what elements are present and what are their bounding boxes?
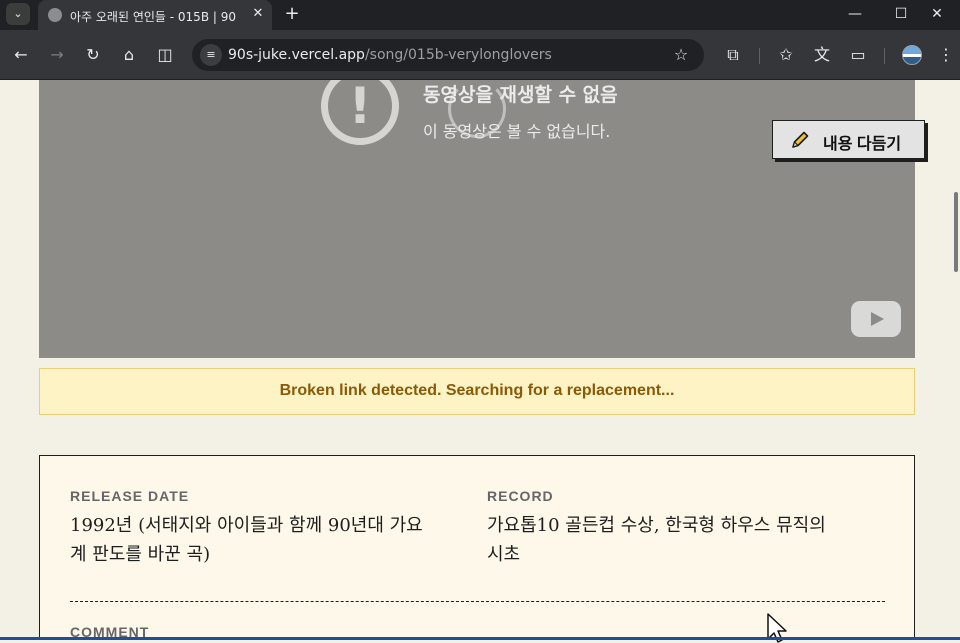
back-icon[interactable]: ← — [9, 43, 33, 67]
refine-content-label: 내용 다듬기 — [823, 136, 902, 153]
broken-link-notice: Broken link detected. Searching for a re… — [39, 368, 915, 415]
reload-icon[interactable]: ↻ — [81, 43, 105, 67]
release-date-value: 1992년 (서태지와 아이들과 함께 90년대 가요 계 판도를 바꾼 곡) — [70, 511, 423, 569]
page-scrollbar[interactable] — [952, 80, 960, 640]
active-tab[interactable]: 아주 오래된 연인들 - 015B | 90 ✕ — [38, 0, 272, 30]
pencil-icon — [792, 131, 809, 148]
youtube-logo-icon[interactable] — [851, 301, 901, 337]
favorites-icon[interactable]: ✩ — [774, 43, 798, 67]
url-path: /song/015b-verylonglovers — [364, 47, 552, 63]
release-date-label: RELEASE DATE — [70, 488, 190, 504]
notice-text: Broken link detected. Searching for a re… — [279, 382, 675, 399]
record-label: RECORD — [487, 488, 554, 504]
tab-title: 아주 오래된 연인들 - 015B | 90 — [70, 10, 236, 24]
minimize-icon[interactable]: — — [832, 0, 878, 30]
record-value: 가요톱10 골든컵 수상, 한국형 하우스 뮤직의 시초 — [487, 511, 826, 569]
page-content: ! 동영상을 재생할 수 없음 이 동영상은 볼 수 없습니다. Broken … — [0, 80, 960, 640]
extensions-icon[interactable]: ⧉ — [721, 43, 745, 67]
refine-content-button[interactable]: 내용 다듬기 — [772, 120, 925, 159]
video-error-subtitle: 이 동영상은 볼 수 없습니다. — [423, 122, 611, 141]
window-close-icon[interactable]: ✕ — [914, 0, 960, 30]
address-bar[interactable]: ≡ 90s-juke.vercel.app/song/015b-verylong… — [192, 39, 704, 71]
release-date-line: 1992년 (서태지와 아이들과 함께 90년대 가요 — [70, 515, 423, 536]
cast-icon[interactable]: ▭ — [846, 43, 870, 67]
record-line: 시초 — [487, 544, 521, 565]
scrollbar-thumb[interactable] — [954, 192, 958, 272]
new-tab-icon[interactable]: + — [282, 3, 302, 25]
record-line: 가요톱10 골든컵 수상, 한국형 하우스 뮤직의 — [487, 515, 826, 536]
tab-search-icon[interactable]: ⌄ — [6, 3, 30, 25]
url-host: 90s-juke.vercel.app — [228, 47, 365, 63]
dashed-divider — [70, 601, 885, 602]
split-view-icon[interactable]: ◫ — [153, 43, 177, 67]
globe-icon — [48, 8, 62, 22]
browser-toolbar: ← → ↻ ⌂ ◫ ≡ 90s-juke.vercel.app/song/015… — [0, 30, 960, 80]
bookmark-star-icon[interactable]: ☆ — [670, 44, 692, 66]
site-info-icon[interactable]: ≡ — [200, 44, 222, 66]
tab-strip: ⌄ 아주 오래된 연인들 - 015B | 90 ✕ + — ☐ ✕ — [0, 0, 960, 30]
translate-icon[interactable]: 文 — [810, 43, 834, 67]
home-icon[interactable]: ⌂ — [117, 43, 141, 67]
menu-icon[interactable]: ⋮ — [934, 43, 958, 67]
toolbar-divider — [759, 48, 760, 64]
close-tab-icon[interactable]: ✕ — [250, 6, 266, 22]
forward-icon[interactable]: → — [45, 43, 69, 67]
error-icon: ! — [321, 80, 399, 145]
video-error-title: 동영상을 재생할 수 없음 — [423, 84, 618, 106]
toolbar-divider — [884, 48, 885, 64]
url-text[interactable]: 90s-juke.vercel.app/song/015b-verylonglo… — [228, 47, 552, 63]
release-date-line: 계 판도를 바꾼 곡) — [70, 544, 211, 565]
profile-avatar[interactable] — [902, 45, 922, 65]
